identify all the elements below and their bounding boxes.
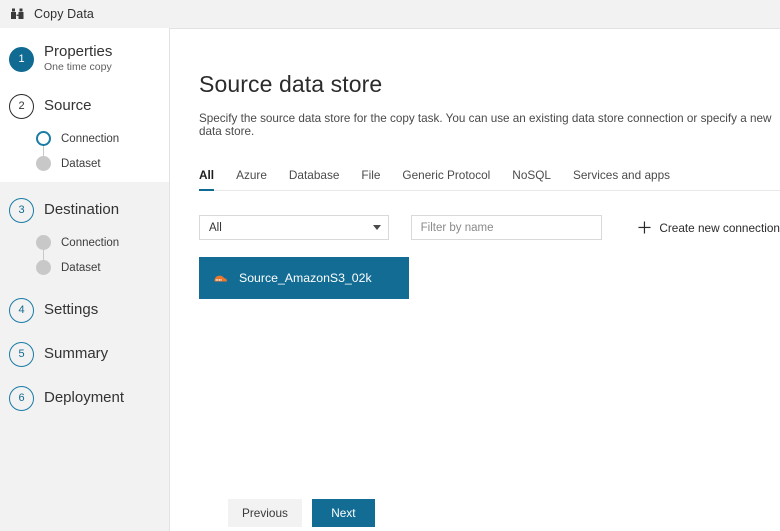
wizard-group-properties: 1 Properties One time copy 2 Source Conn…: [0, 28, 169, 182]
step-state-dot-icon: [36, 156, 51, 171]
step-number-badge: 2: [9, 93, 34, 119]
step-number-badge: 6: [9, 385, 34, 411]
copy-data-icon: [11, 8, 24, 19]
filter-toolbar: All Create new connection: [199, 215, 780, 240]
sidebar-item-destination[interactable]: 3 Destination: [0, 190, 169, 230]
sidebar-item-deployment[interactable]: 6 Deployment: [0, 378, 169, 418]
sidebar-subitems-destination: Connection Dataset: [0, 230, 169, 280]
app-title: Copy Data: [34, 7, 94, 21]
title-bar: Copy Data: [0, 0, 780, 28]
sidebar-subitem-source-connection[interactable]: Connection: [36, 126, 169, 151]
previous-button[interactable]: Previous: [228, 499, 302, 527]
connection-tile-source-amazons3[interactable]: Source_AmazonS3_02k: [199, 257, 409, 299]
tab-file[interactable]: File: [361, 168, 380, 190]
category-tabs: All Azure Database File Generic Protocol…: [199, 168, 780, 191]
create-new-connection-label: Create new connection: [659, 220, 780, 235]
sidebar-subitem-label: Connection: [61, 236, 120, 249]
sidebar-item-label: Properties: [44, 43, 113, 61]
amazon-s3-icon: [214, 275, 227, 282]
tab-azure[interactable]: Azure: [236, 168, 267, 190]
tab-nosql[interactable]: NoSQL: [512, 168, 551, 190]
create-new-connection-button[interactable]: Create new connection: [638, 221, 780, 235]
sidebar-item-settings[interactable]: 4 Settings: [0, 290, 169, 330]
step-number-badge: 5: [9, 341, 34, 367]
plus-icon: [638, 221, 651, 234]
wizard-sidebar: 1 Properties One time copy 2 Source Conn…: [0, 28, 169, 531]
category-select-value: All: [209, 221, 222, 234]
sidebar-subitem-label: Dataset: [61, 157, 101, 170]
tab-services-and-apps[interactable]: Services and apps: [573, 168, 670, 190]
step-state-dot-icon: [36, 260, 51, 275]
sidebar-subitems-source: Connection Dataset: [0, 126, 169, 176]
wizard-group-destination: 3 Destination Connection Dataset 4 Setti…: [0, 182, 169, 418]
step-number-badge: 1: [9, 46, 34, 72]
filter-by-name-input[interactable]: [410, 215, 603, 240]
sidebar-subitem-label: Dataset: [61, 261, 101, 274]
tab-generic-protocol[interactable]: Generic Protocol: [402, 168, 490, 190]
sidebar-item-label: Deployment: [44, 388, 125, 406]
sidebar-subitem-destination-connection[interactable]: Connection: [36, 230, 169, 255]
next-button[interactable]: Next: [311, 499, 375, 527]
step-state-dot-icon: [36, 235, 51, 250]
category-select[interactable]: All: [199, 215, 389, 240]
sidebar-item-label: Settings: [44, 300, 99, 318]
sidebar-subitem-destination-dataset[interactable]: Dataset: [36, 255, 169, 280]
sidebar-subitem-source-dataset[interactable]: Dataset: [36, 151, 169, 176]
sidebar-item-label: Source: [44, 96, 92, 114]
sidebar-item-properties[interactable]: 1 Properties One time copy: [0, 40, 169, 78]
tab-database[interactable]: Database: [289, 168, 340, 190]
connection-name: Source_AmazonS3_02k: [239, 271, 372, 285]
step-state-ring-icon: [36, 131, 51, 146]
sidebar-item-source[interactable]: 2 Source: [0, 86, 169, 126]
sidebar-subitem-label: Connection: [61, 132, 120, 145]
step-number-badge: 4: [9, 297, 34, 323]
step-number-badge: 3: [9, 197, 34, 223]
wizard-footer: Previous Next: [228, 499, 375, 527]
sidebar-item-summary[interactable]: 5 Summary: [0, 334, 169, 374]
main-panel: Source data store Specify the source dat…: [169, 28, 780, 531]
chevron-down-icon: [372, 225, 381, 230]
page-description: Specify the source data store for the co…: [199, 112, 772, 138]
sidebar-item-label: Destination: [44, 200, 120, 218]
sidebar-item-label: Summary: [44, 344, 109, 362]
page-title: Source data store: [199, 71, 383, 97]
connection-list: Source_AmazonS3_02k: [199, 257, 780, 299]
sidebar-item-sublabel: One time copy: [44, 60, 112, 73]
tab-all[interactable]: All: [199, 168, 215, 191]
